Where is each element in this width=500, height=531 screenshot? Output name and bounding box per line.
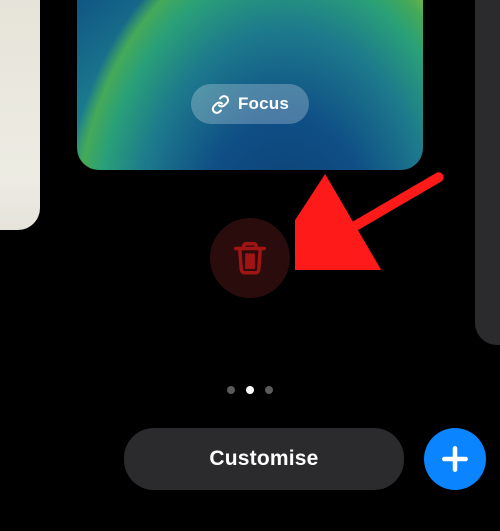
lockscreen-gallery: Focus Customise — [0, 0, 500, 531]
customise-label: Customise — [209, 447, 318, 471]
customise-button[interactable]: Customise — [124, 428, 404, 490]
plus-icon — [439, 443, 471, 475]
annotation-arrow — [295, 170, 455, 270]
page-dot-active[interactable] — [246, 386, 254, 394]
wallpaper-card-next[interactable] — [475, 0, 500, 345]
page-indicator — [0, 386, 500, 394]
focus-button[interactable]: Focus — [191, 84, 309, 124]
trash-icon — [231, 239, 269, 277]
wallpaper-card-prev[interactable] — [0, 0, 40, 230]
page-dot[interactable] — [265, 386, 273, 394]
focus-label: Focus — [238, 94, 289, 114]
page-dot[interactable] — [227, 386, 235, 394]
link-icon — [211, 95, 230, 114]
delete-button[interactable] — [210, 218, 290, 298]
add-button[interactable] — [424, 428, 486, 490]
wallpaper-card-current[interactable]: Focus — [77, 0, 423, 170]
